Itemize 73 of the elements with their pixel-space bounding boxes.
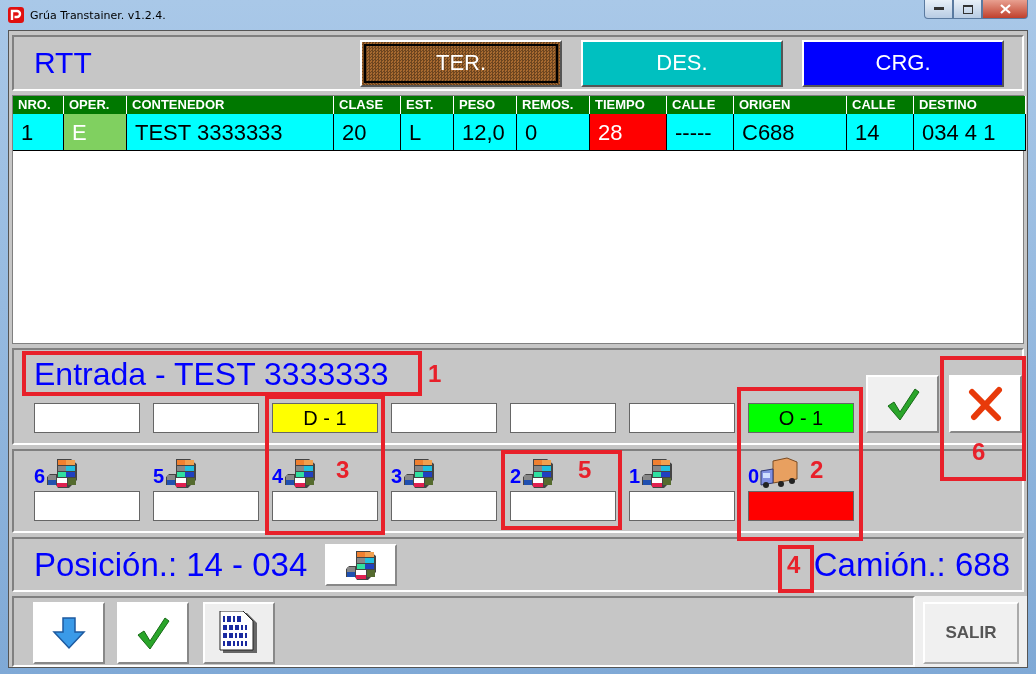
annotation-number: 6 xyxy=(972,438,986,466)
down-arrow-icon xyxy=(52,616,86,650)
table-cell: L xyxy=(401,114,454,151)
column-header: TIEMPO xyxy=(590,96,667,114)
annotation-frame xyxy=(778,545,814,593)
annotation-number: 5 xyxy=(578,456,592,484)
confirm-button[interactable] xyxy=(866,375,939,433)
minimize-icon xyxy=(933,7,944,11)
close-button[interactable] xyxy=(982,0,1028,19)
column-header: OPER. xyxy=(64,96,127,114)
mode-button[interactable]: TER. xyxy=(360,39,562,87)
table-cell: 28 xyxy=(590,114,667,151)
annotation-number: 1 xyxy=(428,360,442,388)
checkmark-icon xyxy=(135,615,171,651)
window-title: Grúa Transtainer. v1.2.4. xyxy=(30,8,166,22)
truck-label: Camión.: 688 xyxy=(813,545,1010,584)
tier-number: 2 xyxy=(510,465,522,487)
stack-button[interactable] xyxy=(325,543,398,586)
container-stack-icon xyxy=(283,457,318,489)
column-header: DESTINO xyxy=(914,96,1026,114)
slot-field: O - 1 xyxy=(748,403,854,433)
binary-document-icon xyxy=(219,611,259,655)
crane-label: RTT xyxy=(34,46,93,80)
table-cell: TEST 3333333 xyxy=(127,114,334,151)
tier-number: 3 xyxy=(391,465,403,487)
table-cell: 1 xyxy=(13,114,64,151)
column-header: CALLE xyxy=(667,96,734,114)
maximize-icon xyxy=(962,4,973,14)
close-icon xyxy=(999,4,1011,14)
table-cell: 12,0 xyxy=(454,114,517,151)
container-stack-icon xyxy=(402,457,437,489)
download-button[interactable] xyxy=(33,602,105,664)
column-header: EST. xyxy=(401,96,454,114)
annotation-number: 4 xyxy=(787,551,801,579)
tier-number: 4 xyxy=(272,465,284,487)
column-header: CLASE xyxy=(334,96,401,114)
slot-field: D - 1 xyxy=(272,403,378,433)
container-stack-icon xyxy=(45,457,80,489)
table-cell: 14 xyxy=(847,114,914,151)
table-cell: 034 4 1 xyxy=(914,114,1026,151)
tier-number: 0 xyxy=(748,465,760,487)
tier-number: 5 xyxy=(153,465,165,487)
annotation-number: 3 xyxy=(336,456,350,484)
container-stack-icon xyxy=(164,457,199,489)
maximize-button[interactable] xyxy=(953,0,982,19)
tier-number: 1 xyxy=(629,465,641,487)
table-cell: 0 xyxy=(517,114,590,151)
container-stack-icon xyxy=(640,457,675,489)
tier-number: 6 xyxy=(34,465,46,487)
exit-button[interactable]: SALIR xyxy=(923,602,1019,664)
app-icon xyxy=(8,7,24,23)
column-header: PESO xyxy=(454,96,517,114)
close-icon xyxy=(967,386,1004,422)
container-stack-icon xyxy=(344,548,379,581)
minimize-button[interactable] xyxy=(924,0,953,19)
binary-file-button[interactable] xyxy=(203,602,275,664)
table-cell: E xyxy=(64,114,127,151)
column-header: REMOS. xyxy=(517,96,590,114)
table-cell: 20 xyxy=(334,114,401,151)
table-cell: C688 xyxy=(734,114,847,151)
position-label: Posición.: 14 - 034 xyxy=(34,545,308,584)
truck-icon xyxy=(759,457,800,489)
column-header: NRO. xyxy=(13,96,64,114)
column-header: ORIGEN xyxy=(734,96,847,114)
annotation-number: 2 xyxy=(810,456,824,484)
mode-button[interactable]: CRG. xyxy=(802,39,1004,87)
column-header: CONTENEDOR xyxy=(127,96,334,114)
confirm-button[interactable] xyxy=(117,602,189,664)
cancel-button[interactable] xyxy=(949,375,1022,433)
container-stack-icon xyxy=(521,457,556,489)
table-cell: ----- xyxy=(667,114,734,151)
operation-title: Entrada - TEST 3333333 xyxy=(34,358,390,390)
column-header: CALLE xyxy=(847,96,914,114)
